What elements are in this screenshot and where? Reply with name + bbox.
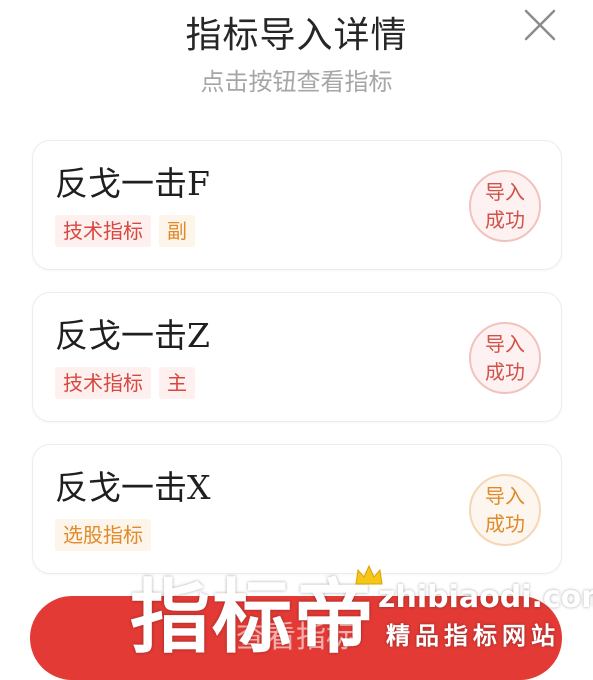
dialog-subtitle: 点击按钮查看指标	[200, 68, 393, 96]
indicator-list: 反戈一击F 技术指标 副 导入 成功 反戈一击Z 技术指标 主 导入 成功 反戈…	[32, 140, 562, 596]
view-indicators-button[interactable]: 查看指标	[30, 596, 562, 680]
indicator-name: 反戈一击F	[55, 164, 210, 203]
stamp-line-2: 成功	[485, 360, 525, 384]
import-success-stamp: 导入 成功	[469, 322, 541, 394]
indicator-tags: 选股指标	[55, 519, 151, 551]
indicator-tags: 技术指标 主	[55, 367, 195, 399]
tag-technical: 技术指标	[55, 215, 151, 247]
indicator-card[interactable]: 反戈一击Z 技术指标 主 导入 成功	[32, 292, 562, 422]
indicator-card[interactable]: 反戈一击X 选股指标 导入 成功	[32, 444, 562, 574]
indicator-name: 反戈一击Z	[55, 316, 210, 355]
stamp-line-2: 成功	[485, 512, 525, 536]
tag-secondary: 副	[159, 215, 195, 247]
tag-stock-selection: 选股指标	[55, 519, 151, 551]
stamp-line-1: 导入	[485, 332, 525, 356]
tag-technical: 技术指标	[55, 367, 151, 399]
import-success-stamp: 导入 成功	[469, 474, 541, 546]
close-button[interactable]	[520, 5, 560, 45]
stamp-line-1: 导入	[485, 484, 525, 508]
indicator-card[interactable]: 反戈一击F 技术指标 副 导入 成功	[32, 140, 562, 270]
dialog-title: 指标导入详情	[185, 15, 408, 56]
stamp-line-1: 导入	[485, 180, 525, 204]
indicator-tags: 技术指标 副	[55, 215, 195, 247]
indicator-name: 反戈一击X	[55, 468, 211, 507]
import-success-stamp: 导入 成功	[469, 170, 541, 242]
tag-main: 主	[159, 367, 195, 399]
view-indicators-label: 查看指标	[236, 620, 356, 655]
stamp-line-2: 成功	[485, 208, 525, 232]
close-icon	[524, 9, 556, 41]
dialog-header: 指标导入详情 点击按钮查看指标	[0, 0, 593, 120]
